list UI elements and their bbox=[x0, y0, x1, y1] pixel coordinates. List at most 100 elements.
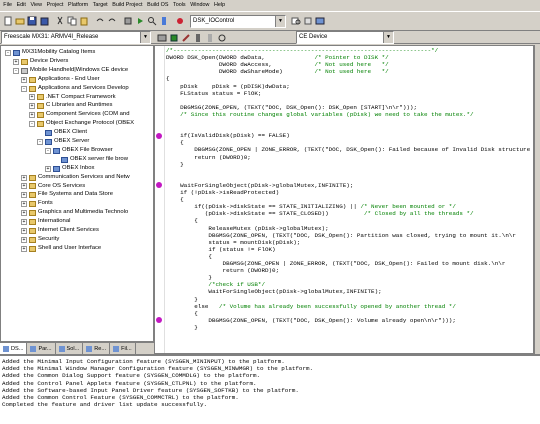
expand-icon[interactable]: + bbox=[45, 165, 51, 172]
tree-item[interactable]: + Internet Client Services bbox=[21, 227, 99, 235]
tree-item[interactable]: - Mobile Handheld|Windows CE device bbox=[13, 67, 128, 75]
expand-icon[interactable]: + bbox=[21, 236, 27, 243]
tree-item[interactable]: + Security bbox=[21, 236, 59, 244]
expand-icon[interactable]: + bbox=[21, 219, 27, 226]
debug-icon[interactable] bbox=[174, 15, 185, 26]
save-all-icon[interactable] bbox=[38, 15, 49, 26]
tree-item[interactable]: + Communication Services and Netw bbox=[21, 174, 130, 182]
detach-device-icon[interactable] bbox=[204, 32, 215, 43]
open-folder-icon[interactable] bbox=[14, 15, 25, 26]
code-line: DWORD dwAccess, /* Not used here */ bbox=[166, 61, 389, 69]
menu-file[interactable]: File bbox=[1, 0, 14, 11]
menu-build-project[interactable]: Build Project bbox=[110, 0, 145, 11]
tree-item[interactable]: + C Libraries and Runtimes bbox=[29, 102, 112, 110]
workspace-tab[interactable]: DS... bbox=[0, 343, 28, 354]
build-platform-icon[interactable] bbox=[156, 32, 167, 43]
breakpoint-gutter[interactable] bbox=[155, 46, 165, 353]
tree-item[interactable]: - OBEX File Browser bbox=[45, 147, 113, 155]
tree-item[interactable]: + Shell and User Interface bbox=[21, 245, 101, 253]
attach-device-icon[interactable] bbox=[192, 32, 203, 43]
menu-window[interactable]: Window bbox=[188, 0, 212, 11]
tree-item[interactable]: - Object Exchange Protocol (OBEX bbox=[29, 120, 134, 128]
save-icon[interactable] bbox=[26, 15, 37, 26]
expand-icon[interactable]: + bbox=[29, 103, 35, 110]
expand-icon[interactable]: + bbox=[21, 192, 27, 199]
bookmark-icon[interactable] bbox=[158, 15, 169, 26]
redo-icon[interactable] bbox=[106, 15, 117, 26]
menu-build-os[interactable]: Build OS bbox=[145, 0, 171, 11]
breakpoint-icon[interactable] bbox=[156, 132, 162, 139]
collapse-icon[interactable]: - bbox=[29, 121, 35, 128]
tree-item-label: Internet Client Services bbox=[38, 227, 99, 233]
menu-edit[interactable]: Edit bbox=[14, 0, 28, 11]
expand-icon[interactable]: + bbox=[21, 201, 27, 208]
tree-item[interactable]: + Fonts bbox=[21, 200, 53, 208]
workspace-tab[interactable]: Fil... bbox=[110, 343, 136, 354]
menu-tools[interactable]: Tools bbox=[171, 0, 188, 11]
tree-item[interactable]: + Component Services (COM and bbox=[29, 111, 129, 119]
platform-combo[interactable]: Freescale MX31: ARMV4I_Release ▼ bbox=[1, 31, 151, 44]
expand-icon[interactable]: + bbox=[21, 183, 27, 190]
editor-scrollbar[interactable] bbox=[534, 45, 540, 354]
chevron-down-icon[interactable]: ▼ bbox=[383, 32, 393, 43]
expand-icon[interactable]: + bbox=[21, 210, 27, 217]
collapse-icon[interactable]: - bbox=[13, 67, 19, 74]
collapse-icon[interactable]: - bbox=[21, 85, 27, 92]
workspace-tab[interactable]: Re... bbox=[83, 343, 111, 354]
tree-item[interactable]: + Device Drivers bbox=[13, 58, 68, 66]
tree-item[interactable]: - Applications and Services Develop bbox=[21, 85, 129, 93]
copy-icon[interactable] bbox=[66, 15, 77, 26]
menu-view[interactable]: View bbox=[28, 0, 44, 11]
window-icon[interactable] bbox=[314, 15, 325, 26]
tree-item[interactable]: OBEX Client bbox=[37, 129, 87, 137]
expand-icon[interactable]: + bbox=[29, 112, 35, 119]
tree-item[interactable]: + Applications - End User bbox=[21, 76, 100, 84]
build-icon[interactable] bbox=[122, 15, 133, 26]
tree-item[interactable]: OBEX server file brow bbox=[53, 156, 128, 164]
expand-icon[interactable]: + bbox=[29, 94, 35, 101]
folder-icon bbox=[37, 112, 44, 119]
menu-project[interactable]: Project bbox=[44, 0, 65, 11]
tree-item[interactable]: - OBEX Server bbox=[37, 138, 89, 146]
chevron-down-icon[interactable]: ▼ bbox=[140, 32, 150, 43]
tree-item[interactable]: - MX31Mobility Catalog Items bbox=[5, 49, 95, 57]
device-combo[interactable]: CE Device ▼ bbox=[296, 31, 394, 44]
configuration-combo[interactable]: DSK_IOControl ▼ bbox=[190, 15, 286, 28]
expand-icon[interactable]: + bbox=[21, 76, 27, 83]
expand-icon[interactable]: + bbox=[13, 58, 19, 65]
run-icon[interactable] bbox=[134, 15, 145, 26]
collapse-icon[interactable]: - bbox=[5, 49, 11, 56]
menu-target[interactable]: Target bbox=[90, 0, 110, 11]
code-line: } bbox=[166, 295, 198, 303]
find-in-files-icon[interactable] bbox=[290, 15, 301, 26]
catalog-tree[interactable]: - MX31Mobility Catalog Items + Device Drive… bbox=[0, 45, 154, 342]
expand-icon[interactable]: + bbox=[21, 227, 27, 234]
tree-item[interactable]: + .NET Compact Framework bbox=[29, 94, 116, 102]
menu-help[interactable]: Help bbox=[212, 0, 228, 11]
find-icon[interactable] bbox=[146, 15, 157, 26]
target-options-icon[interactable] bbox=[216, 32, 227, 43]
rebuild-icon[interactable] bbox=[168, 32, 179, 43]
main-toolbar: DSK_IOControl ▼ bbox=[0, 11, 540, 31]
platform-toolbar: Freescale MX31: ARMV4I_Release ▼ CE Devi… bbox=[0, 31, 540, 44]
undo-icon[interactable] bbox=[94, 15, 105, 26]
tree-item[interactable]: + Graphics and Multimedia Technolo bbox=[21, 209, 128, 217]
chevron-down-icon[interactable]: ▼ bbox=[275, 16, 285, 27]
clean-icon[interactable] bbox=[180, 32, 191, 43]
paste-icon[interactable] bbox=[78, 15, 89, 26]
tree-item[interactable]: + International bbox=[21, 218, 70, 226]
tree-item[interactable]: + File Systems and Data Store bbox=[21, 191, 113, 199]
cut-icon[interactable] bbox=[54, 15, 65, 26]
workspace-tab[interactable]: Par... bbox=[27, 343, 56, 354]
workspace-tab[interactable]: Sol... bbox=[56, 343, 84, 354]
menu-platform[interactable]: Platform bbox=[66, 0, 91, 11]
tree-item[interactable]: + Core OS Services bbox=[21, 183, 85, 191]
expand-icon[interactable]: + bbox=[21, 174, 27, 181]
new-file-icon[interactable] bbox=[2, 15, 13, 26]
collapse-icon[interactable]: - bbox=[37, 138, 43, 145]
expand-icon[interactable]: + bbox=[21, 245, 27, 252]
tree-item[interactable]: + OBEX Inbox bbox=[45, 165, 94, 173]
collapse-icon[interactable]: - bbox=[45, 147, 51, 154]
code-editor[interactable]: /*--------------------------------------… bbox=[154, 45, 534, 354]
properties-icon[interactable] bbox=[302, 15, 313, 26]
